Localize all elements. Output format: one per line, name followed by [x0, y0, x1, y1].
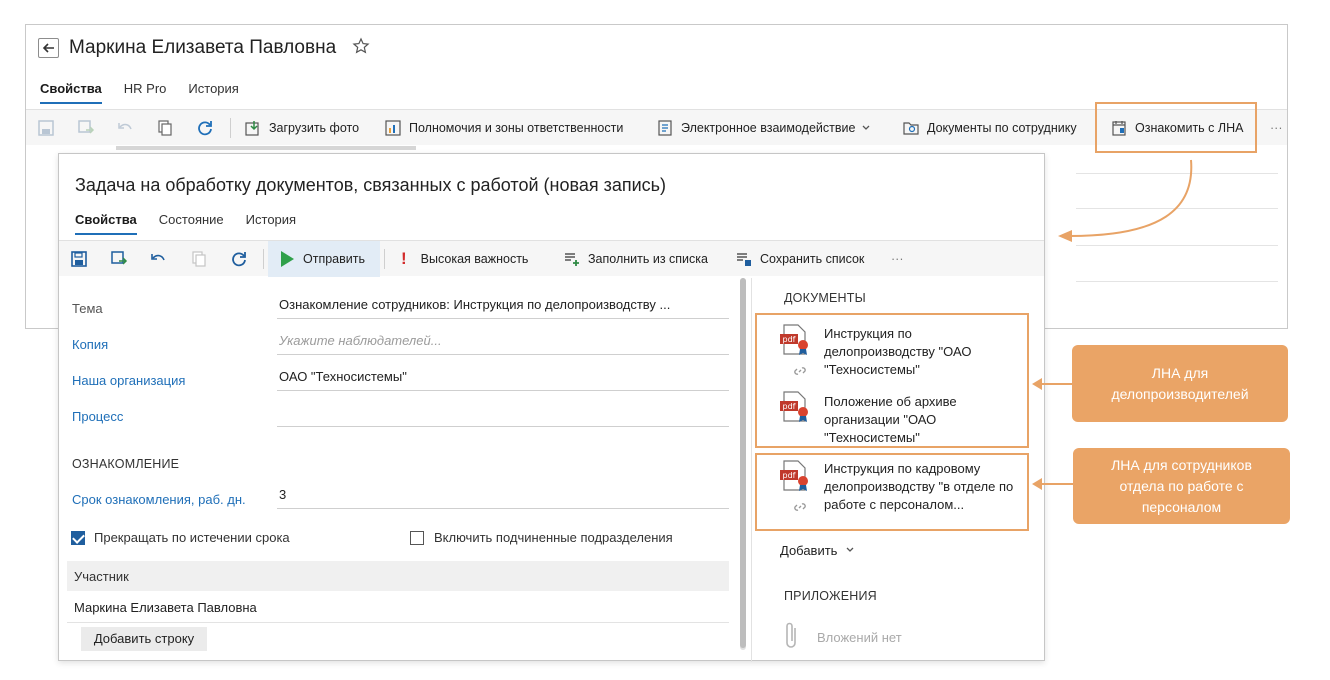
- callout-hr-staff: ЛНА для сотрудников отдела по работе с п…: [1073, 448, 1290, 524]
- refresh-icon[interactable]: [230, 250, 248, 268]
- tab-hr-pro[interactable]: HR Pro: [124, 81, 167, 104]
- toolbar-separator: [263, 249, 264, 269]
- electronic-interaction-icon: [658, 120, 672, 136]
- highlight-clerk-documents: [755, 313, 1029, 448]
- save-close-icon[interactable]: [77, 119, 95, 137]
- copy-icon[interactable]: [156, 119, 174, 137]
- toolbar-separator: [230, 118, 231, 138]
- folder-search-icon: [903, 122, 919, 135]
- upload-photo-button[interactable]: Загрузить фото: [245, 110, 359, 146]
- acquaintance-section-title: ОЗНАКОМЛЕНИЕ: [72, 457, 180, 471]
- upload-photo-label: Загрузить фото: [269, 121, 360, 135]
- add-row-button[interactable]: Добавить строку: [81, 627, 207, 651]
- add-document-label: Добавить: [780, 543, 838, 558]
- fill-list-icon: [565, 253, 579, 266]
- deadline-label[interactable]: Срок ознакомления, раб. дн.: [72, 492, 246, 507]
- arrow-left-icon: [1032, 378, 1074, 390]
- fill-from-list-label: Заполнить из списка: [588, 252, 708, 266]
- send-button[interactable]: Отправить: [268, 241, 380, 277]
- tab-state[interactable]: Состояние: [159, 212, 224, 235]
- tab-history[interactable]: История: [246, 212, 296, 235]
- employee-documents-label: Документы по сотруднику: [927, 121, 1077, 135]
- more-button[interactable]: ···: [1270, 110, 1283, 146]
- send-label: Отправить: [303, 252, 365, 266]
- more-button[interactable]: ···: [891, 241, 904, 277]
- tab-properties[interactable]: Свойства: [75, 212, 137, 235]
- employee-tabs: Свойства HR Pro История: [40, 81, 239, 104]
- high-importance-button[interactable]: ! Высокая важность: [401, 241, 528, 277]
- no-attachments-text: Вложений нет: [817, 630, 902, 645]
- highlight-hr-documents: [755, 453, 1029, 531]
- vertical-scrollbar[interactable]: [740, 278, 746, 650]
- grid-line: [1076, 281, 1278, 282]
- tab-properties[interactable]: Свойства: [40, 81, 102, 104]
- undo-icon[interactable]: [116, 119, 134, 137]
- save-close-icon[interactable]: [110, 250, 128, 268]
- organization-label[interactable]: Наша организация: [72, 373, 185, 388]
- high-importance-label: Высокая важность: [420, 252, 529, 266]
- copy-label[interactable]: Копия: [72, 337, 108, 352]
- star-icon[interactable]: [352, 37, 370, 55]
- fill-from-list-button[interactable]: Заполнить из списка: [564, 241, 708, 277]
- authorities-icon: [385, 120, 401, 136]
- organization-field[interactable]: ОАО "Техносистемы": [277, 369, 729, 391]
- employee-name-title: Маркина Елизавета Павловна: [69, 37, 337, 58]
- task-title: Задача на обработку документов, связанны…: [75, 175, 667, 195]
- back-button[interactable]: [38, 38, 59, 58]
- process-label[interactable]: Процесс: [72, 409, 123, 424]
- panel-divider: [751, 278, 752, 662]
- undo-icon[interactable]: [149, 250, 167, 268]
- authorities-button[interactable]: Полномочия и зоны ответственности: [385, 110, 623, 146]
- include-subdivisions-checkbox[interactable]: [410, 531, 424, 545]
- documents-section-title: ДОКУМЕНТЫ: [784, 291, 866, 305]
- exclamation-icon: !: [401, 249, 407, 268]
- save-icon[interactable]: [37, 119, 55, 137]
- callout-clerks: ЛНА для делопроизводителей: [1072, 345, 1288, 422]
- add-document-button[interactable]: Добавить: [780, 543, 855, 558]
- employee-documents-button[interactable]: Документы по сотруднику: [903, 110, 1077, 146]
- chevron-down-icon: [846, 547, 854, 552]
- task-tabs: Свойства Состояние История: [75, 212, 296, 235]
- task-toolbar: Отправить ! Высокая важность Заполнить и…: [59, 240, 1044, 277]
- arrow-left-icon: [1032, 478, 1074, 490]
- copy-icon[interactable]: [190, 250, 208, 268]
- subject-field[interactable]: Ознакомление сотрудников: Инструкция по …: [277, 297, 729, 319]
- paperclip-icon: [786, 622, 796, 648]
- stop-on-expiry-label: Прекращать по истечении срока: [94, 530, 290, 545]
- observers-field[interactable]: Укажите наблюдателей...: [277, 333, 729, 355]
- highlight-acquaint-lna: [1095, 102, 1257, 153]
- horizontal-scrollbar[interactable]: [116, 146, 416, 150]
- include-subdivisions-label: Включить подчиненные подразделения: [434, 530, 673, 545]
- deadline-field[interactable]: 3: [277, 487, 729, 509]
- toolbar-separator: [384, 249, 385, 269]
- table-row[interactable]: Маркина Елизавета Павловна: [67, 595, 729, 623]
- play-icon: [281, 251, 294, 267]
- save-list-label: Сохранить список: [760, 252, 865, 266]
- participants-header: Участник: [67, 561, 729, 591]
- process-field[interactable]: [277, 405, 729, 427]
- electronic-interaction-label: Электронное взаимодействие: [681, 121, 856, 135]
- authorities-label: Полномочия и зоны ответственности: [409, 121, 624, 135]
- tab-history[interactable]: История: [188, 81, 238, 104]
- electronic-interaction-button[interactable]: Электронное взаимодействие: [657, 110, 871, 146]
- attachments-section-title: ПРИЛОЖЕНИЯ: [784, 589, 877, 603]
- save-list-icon: [737, 253, 751, 266]
- save-icon[interactable]: [70, 250, 88, 268]
- refresh-icon[interactable]: [196, 119, 214, 137]
- scrollbar-thumb[interactable]: [740, 278, 746, 648]
- subject-label: Тема: [72, 301, 103, 316]
- upload-photo-icon: [245, 121, 259, 136]
- chevron-down-icon: [862, 125, 870, 130]
- curved-arrow-icon: [1058, 159, 1193, 242]
- stop-on-expiry-checkbox[interactable]: [71, 531, 85, 545]
- arrow-left-icon: [42, 43, 54, 53]
- save-list-button[interactable]: Сохранить список: [736, 241, 864, 277]
